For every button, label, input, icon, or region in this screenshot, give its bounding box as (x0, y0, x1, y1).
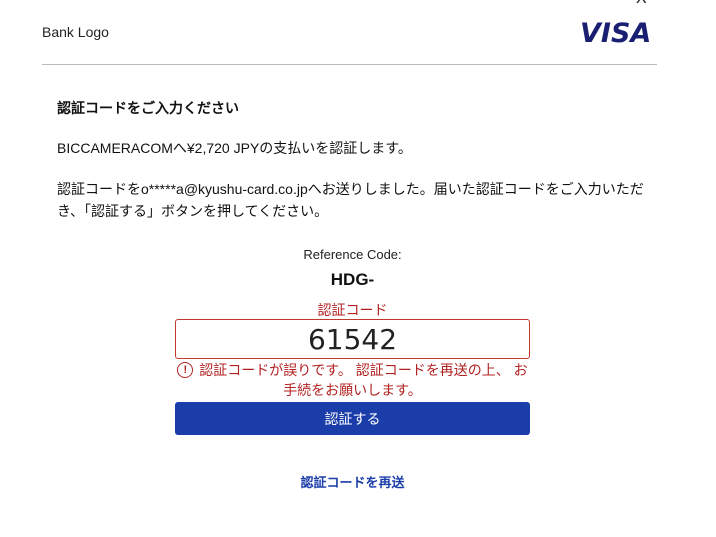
verification-code-input[interactable] (175, 319, 530, 359)
authentication-page: X Bank Logo VISA 認証コードをご入力ください BICCAMERA… (0, 0, 716, 537)
payment-description: BICCAMERACOMへ¥2,720 JPYの支払いを認証します。 (57, 140, 412, 156)
reference-code-value: HDG- (330, 270, 375, 289)
bank-logo: Bank Logo (42, 24, 109, 40)
submit-button[interactable]: 認証する (175, 402, 530, 435)
code-field-label: 認証コード (317, 302, 388, 318)
error-message: ! 認証コードが誤りです。 認証コードを再送の上、 お 手続をお願いします。 (175, 360, 530, 400)
error-text-line1: 認証コードが誤りです。 認証コードを再送の上、 お (199, 362, 528, 378)
close-icon[interactable]: X (636, 0, 647, 7)
code-sent-instructions: 認証コードをo*****a@kyushu-card.co.jpへお送りしました。… (57, 181, 644, 219)
reference-code-label: Reference Code: (303, 247, 402, 262)
page-heading: 認証コードをご入力ください (57, 100, 239, 116)
error-icon: ! (177, 362, 194, 378)
header-divider (42, 64, 657, 65)
resend-code-link[interactable]: 認証コードを再送 (175, 472, 530, 491)
error-text-line2: 手続をお願いします。 (283, 382, 422, 398)
visa-logo: VISA (580, 18, 652, 49)
